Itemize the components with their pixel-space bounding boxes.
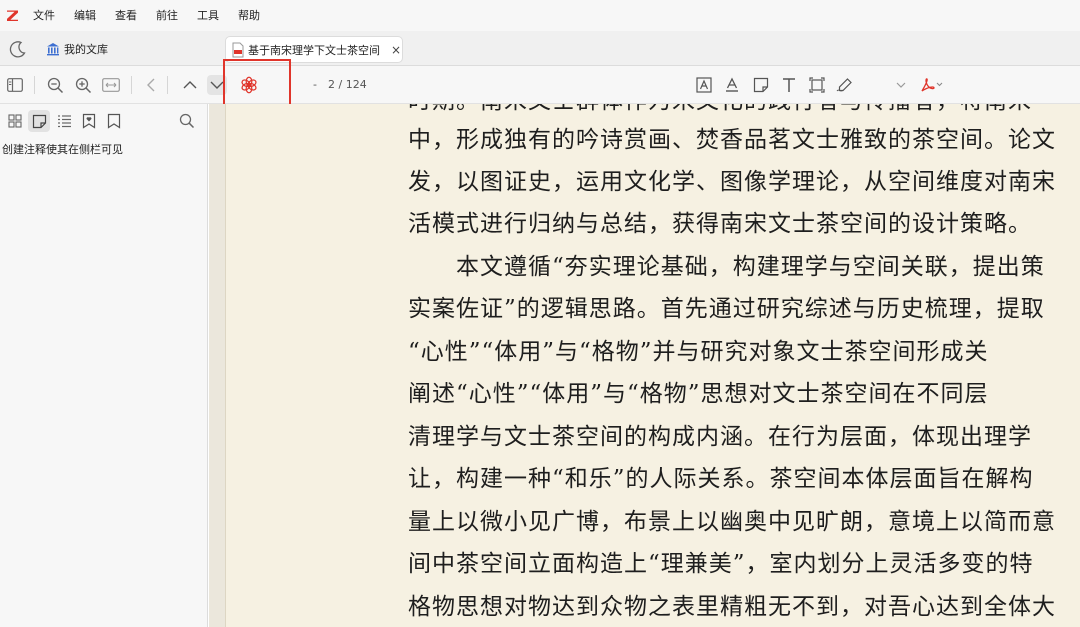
sidebar-empty-hint: 创建注释使其在侧栏可见 xyxy=(2,143,123,156)
text-line: 间中茶空间立面构造上“理兼美”，室内划分上灵活多变的特 xyxy=(408,551,1034,577)
previous-page-icon[interactable] xyxy=(180,75,200,95)
acrobat-pdf-icon[interactable] xyxy=(918,75,944,95)
fit-width-icon[interactable] xyxy=(101,75,121,95)
back-chevron-icon[interactable] xyxy=(141,75,161,95)
select-text-icon[interactable] xyxy=(694,75,714,95)
tab-my-library[interactable]: 我的文库 xyxy=(46,40,108,58)
text-line: 时期。南宋文士群体作为宋文化的践行者与传播者，将南宋 xyxy=(408,104,1032,116)
add-note-icon[interactable] xyxy=(751,75,771,95)
tab-bar: 我的文库 基于南宋理学下文士茶空间 × xyxy=(0,31,1080,66)
toolbar-divider xyxy=(131,76,132,94)
menu-help[interactable]: 帮助 xyxy=(238,0,260,31)
bookmark-heart-icon[interactable] xyxy=(78,110,100,132)
menu-tools[interactable]: 工具 xyxy=(197,0,219,31)
page-number-indicator[interactable]: 2 / 124 xyxy=(328,78,367,91)
zoom-in-icon[interactable] xyxy=(73,75,93,95)
menu-edit[interactable]: 编辑 xyxy=(74,0,96,31)
menu-bar: 文件 编辑 查看 前往 工具 帮助 xyxy=(0,0,1080,31)
pdf-page: 时期。南宋文士群体作为宋文化的践行者与传播者，将南宋 中，形成独有的吟诗赏画、焚… xyxy=(225,104,1080,627)
annotations-icon[interactable] xyxy=(28,110,50,132)
reader-toolbar: - 2 / 124 xyxy=(0,66,1080,104)
bookmark-icon[interactable] xyxy=(103,110,125,132)
close-tab-icon[interactable]: × xyxy=(390,44,402,56)
text-line: 让，构建一种“和乐”的人际关系。茶空间本体层面旨在解构 xyxy=(408,466,1034,492)
select-area-icon[interactable] xyxy=(807,75,827,95)
pdf-reader-view[interactable]: 时期。南宋文士群体作为宋文化的践行者与传播者，将南宋 中，形成独有的吟诗赏画、焚… xyxy=(209,104,1080,627)
text-line: 发，以图证史，运用文化学、图像学理论，从空间维度对南宋 xyxy=(408,169,1056,195)
menu-file[interactable]: 文件 xyxy=(33,0,55,31)
zoom-out-icon[interactable] xyxy=(45,75,65,95)
draw-icon[interactable] xyxy=(835,75,855,95)
menu-go[interactable]: 前往 xyxy=(156,0,178,31)
thumbnails-icon[interactable] xyxy=(4,110,26,132)
search-icon[interactable] xyxy=(176,110,198,132)
text-line: 阐述“心性”“体用”与“格物”思想对文士茶空间在不同层 xyxy=(408,381,989,407)
text-line: 量上以微小见广博，布景上以幽奥中见旷朗，意境上以简而意 xyxy=(408,509,1056,535)
left-sidebar: 创建注释使其在侧栏可见 xyxy=(0,104,208,627)
page-separator: - xyxy=(313,78,317,91)
toggle-sidebar-icon[interactable] xyxy=(5,75,25,95)
library-icon xyxy=(46,42,60,56)
menu-view[interactable]: 查看 xyxy=(115,0,137,31)
text-line: 实案佐证”的逻辑思路。首先通过研究综述与历史梳理，提取 xyxy=(408,296,1045,322)
text-line: 清理学与文士茶空间的构成内涵。在行为层面，体现出理学 xyxy=(408,424,1032,450)
text-line: 本文遵循“夯实理论基础，构建理学与空间关联，提出策 xyxy=(408,254,1045,280)
add-text-icon[interactable] xyxy=(779,75,799,95)
pdf-file-icon xyxy=(231,42,245,58)
text-line: 中，形成独有的吟诗赏画、焚香品茗文士雅致的茶空间。论文 xyxy=(408,127,1056,153)
toolbar-divider xyxy=(167,76,168,94)
document-tab-title: 基于南宋理学下文士茶空间 xyxy=(248,43,380,57)
text-line: 活模式进行归纳与总结，获得南宋文士茶空间的设计策略。 xyxy=(408,211,1032,237)
color-dropdown-chevron-icon[interactable] xyxy=(891,75,911,95)
dark-mode-moon-icon[interactable] xyxy=(8,39,28,59)
text-line: 格物思想对物达到众物之表里精粗无不到，对吾心达到全体大 xyxy=(408,594,1056,620)
toolbar-divider xyxy=(34,76,35,94)
zotero-logo-icon[interactable] xyxy=(5,9,19,23)
underline-text-icon[interactable] xyxy=(722,75,742,95)
text-line: “心性”“体用”与“格物”并与研究对象文士茶空间形成关 xyxy=(408,339,989,365)
outline-icon[interactable] xyxy=(53,110,75,132)
library-tab-label: 我的文库 xyxy=(64,43,108,56)
